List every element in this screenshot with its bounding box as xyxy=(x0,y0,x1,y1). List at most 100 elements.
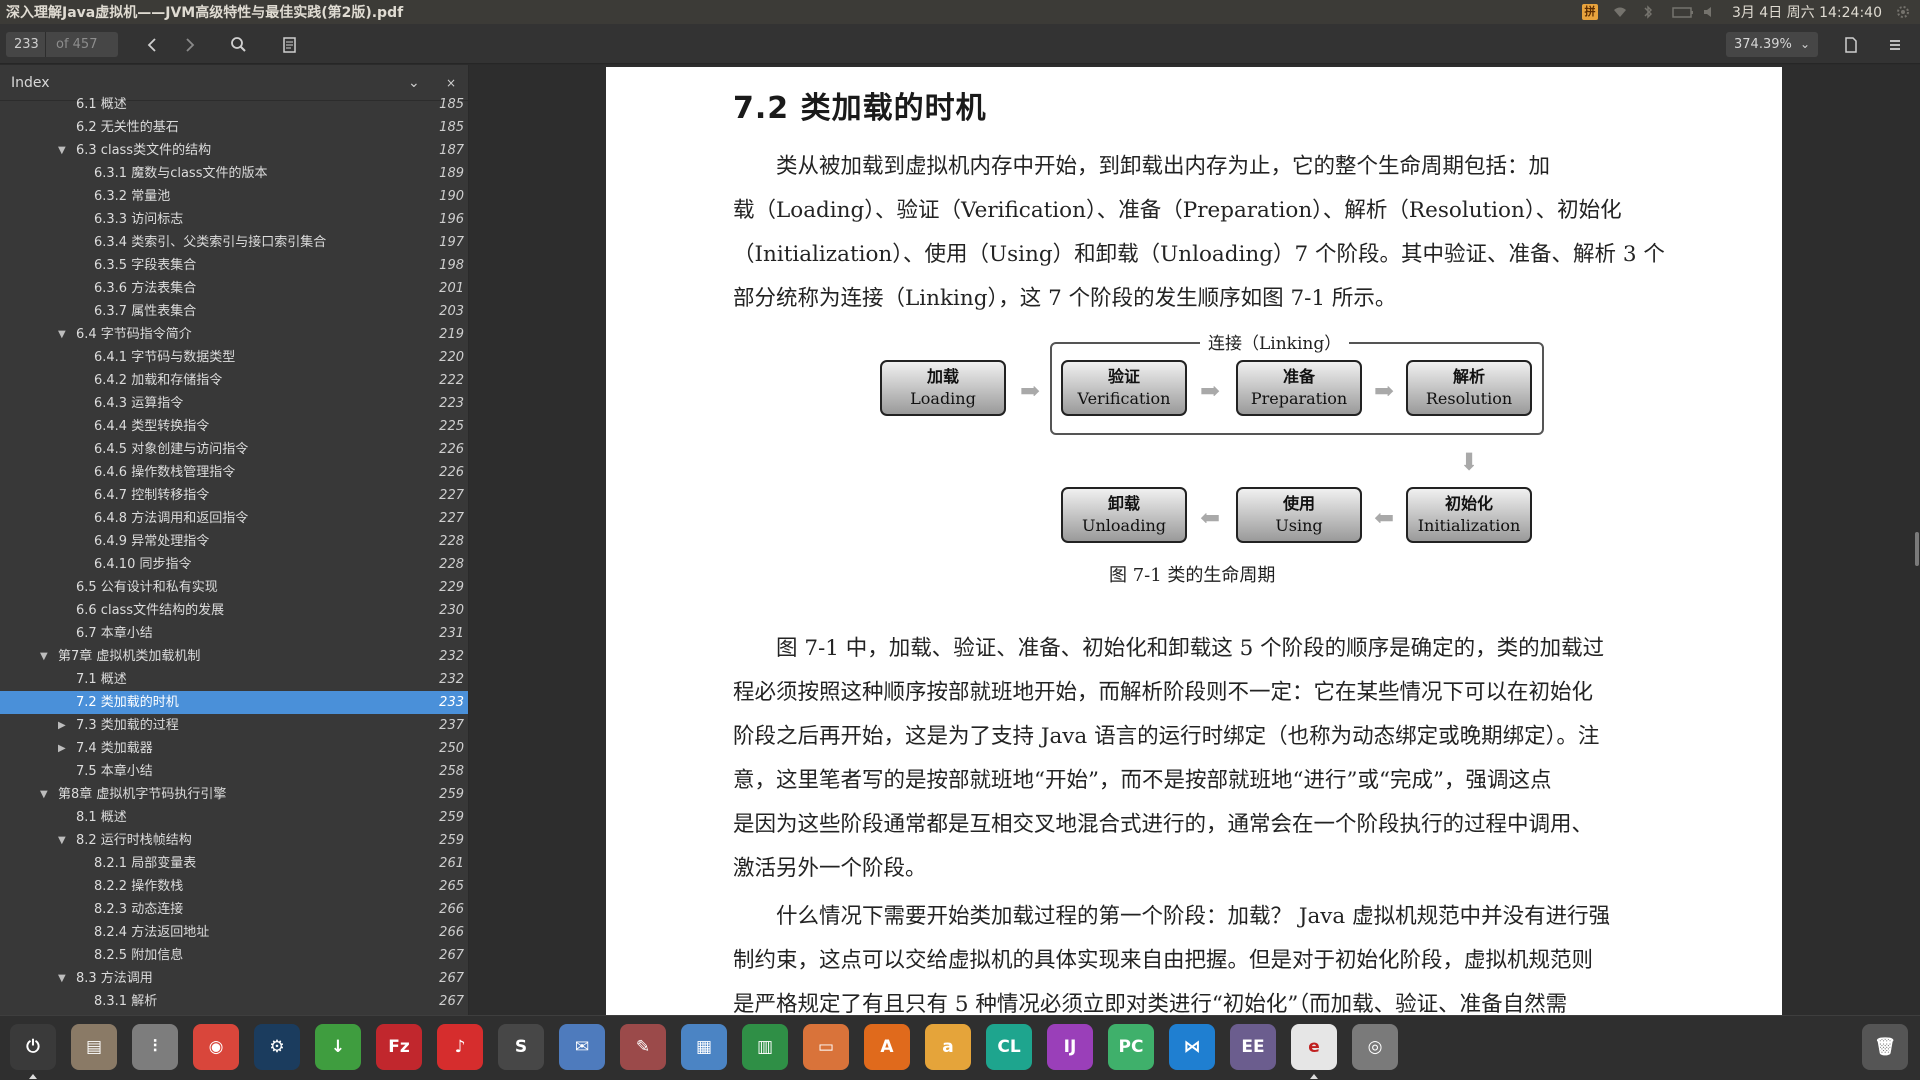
search-button[interactable] xyxy=(226,32,252,58)
toc-item[interactable]: 6.3.3 访问标志 196 xyxy=(0,208,468,231)
sublime-text-app-icon[interactable]: S xyxy=(498,1024,544,1070)
toc-item[interactable]: 6.4.4 类型转换指令 225 xyxy=(0,415,468,438)
document-viewport[interactable]: 7.2 类加载的时机 类从被加载到虚拟机内存中开始，到卸载出内存为止，它的整个生… xyxy=(469,65,1920,1015)
toc-item[interactable]: 8.2.3 动态连接 266 xyxy=(0,898,468,921)
toc-item[interactable]: 8.2.5 附加信息 267 xyxy=(0,944,468,967)
total-pages-label: of 457 xyxy=(56,37,98,52)
toc-item[interactable]: 8.1 概述 259 xyxy=(0,806,468,829)
clock[interactable]: 3月 4日 周六 14:24:40 xyxy=(1732,2,1882,22)
steam-app-icon[interactable]: ⚙ xyxy=(254,1024,300,1070)
expand-triangle-open-icon[interactable]: ▼ xyxy=(40,783,52,806)
toc-item[interactable]: 6.5 公有设计和私有实现 229 xyxy=(0,576,468,599)
toc-item[interactable]: 6.7 本章小结 231 xyxy=(0,622,468,645)
spreadsheet-app-icon[interactable]: ▥ xyxy=(742,1024,788,1070)
filezilla-app-icon[interactable]: Fz xyxy=(376,1024,422,1070)
wifi-icon[interactable] xyxy=(1612,5,1628,19)
toc-item-label: 7.5 本章小结 xyxy=(76,764,153,779)
toc-item[interactable]: 8.3.1 解析 267 xyxy=(0,990,468,1013)
annotations-button[interactable] xyxy=(276,32,302,58)
toc-item[interactable]: ▼ 8.3 方法调用 267 xyxy=(0,967,468,990)
toc-item[interactable]: 6.4.10 同步指令 228 xyxy=(0,553,468,576)
expand-triangle-open-icon[interactable]: ▼ xyxy=(58,323,70,346)
toc-item[interactable]: 6.3.4 类索引、父类索引与接口索引集合 197 xyxy=(0,231,468,254)
toc-item[interactable]: ▼ 8.2 运行时栈帧结构 259 xyxy=(0,829,468,852)
expand-triangle-open-icon[interactable]: ▼ xyxy=(58,967,70,990)
toc-item[interactable]: 7.5 本章小结 258 xyxy=(0,760,468,783)
paragraph-line: 程必须按照这种顺序按部就班地开始，而解析阶段则不一定：它在某些情况下可以在初始化 xyxy=(733,680,1594,705)
thunderbird-app-icon[interactable]: ✉ xyxy=(559,1024,605,1070)
intellij-app-icon[interactable]: IJ xyxy=(1047,1024,1093,1070)
bluetooth-icon[interactable] xyxy=(1642,5,1658,19)
trash-icon[interactable]: 🗑 xyxy=(1862,1024,1908,1070)
download-manager-app-icon[interactable]: ↓ xyxy=(315,1024,361,1070)
toc-item[interactable]: 8.2.2 操作数栈 265 xyxy=(0,875,468,898)
main-menu-button[interactable] xyxy=(1882,32,1908,58)
paragraph-line: 载（Loading）、验证（Verification）、准备（Preparati… xyxy=(733,198,1622,223)
camera-app-icon[interactable]: ◎ xyxy=(1352,1024,1398,1070)
zoom-selector[interactable]: 374.39% ⌄ xyxy=(1726,32,1818,57)
expand-triangle-closed-icon[interactable]: ▶ xyxy=(58,737,70,760)
toc-item[interactable]: 6.4.2 加载和存储指令 222 xyxy=(0,369,468,392)
sound-mixer-app-icon[interactable]: ⫶ xyxy=(132,1024,178,1070)
toc-item[interactable]: 6.3.6 方法表集合 201 xyxy=(0,277,468,300)
toc-item[interactable]: 6.4.9 异常处理指令 228 xyxy=(0,530,468,553)
file-manager-app-icon[interactable]: ▤ xyxy=(71,1024,117,1070)
system-settings-app-icon[interactable]: ⏻ xyxy=(10,1024,56,1070)
input-method-icon[interactable]: 拼 xyxy=(1581,4,1598,20)
expand-triangle-open-icon[interactable]: ▼ xyxy=(40,645,52,668)
toc-item[interactable]: 6.4.8 方法调用和返回指令 227 xyxy=(0,507,468,530)
toc-item[interactable]: 7.1 概述 232 xyxy=(0,668,468,691)
toc-item[interactable]: 6.3.7 属性表集合 203 xyxy=(0,300,468,323)
image-viewer-app-icon[interactable]: ▦ xyxy=(681,1024,727,1070)
toc-item[interactable]: ▶ 7.4 类加载器 250 xyxy=(0,737,468,760)
current-page-input[interactable]: 233 xyxy=(6,32,46,57)
toc-item[interactable]: 8.2.1 局部变量表 261 xyxy=(0,852,468,875)
toc-item[interactable]: 6.4.3 运算指令 223 xyxy=(0,392,468,415)
toc-item[interactable]: ▶ 7.3 类加载的过程 237 xyxy=(0,714,468,737)
document-properties-button[interactable] xyxy=(1838,32,1864,58)
battery-icon[interactable] xyxy=(1672,5,1693,19)
amazon-app-icon[interactable]: a xyxy=(925,1024,971,1070)
toc-item[interactable]: 6.4.7 控制转移指令 227 xyxy=(0,484,468,507)
eclipse-app-icon[interactable]: EE xyxy=(1230,1024,1276,1070)
toc-item[interactable]: 6.4.5 对象创建与访问指令 226 xyxy=(0,438,468,461)
toc-item[interactable]: 6.3.5 字段表集合 198 xyxy=(0,254,468,277)
toc-item[interactable]: ▼ 6.3 class类文件的结构 187 xyxy=(0,139,468,162)
settings-gear-icon[interactable] xyxy=(1896,5,1912,19)
volume-icon[interactable] xyxy=(1702,5,1718,19)
toc-item[interactable]: 6.1 概述 185 xyxy=(0,93,468,116)
netease-music-app-icon[interactable]: ♪ xyxy=(437,1024,483,1070)
pdf-page: 7.2 类加载的时机 类从被加载到虚拟机内存中开始，到卸载出内存为止，它的整个生… xyxy=(606,67,1782,1015)
toc-item[interactable]: 7.2 类加载的时机 233 xyxy=(0,691,468,714)
vscode-app-icon[interactable]: ⋈ xyxy=(1169,1024,1215,1070)
toc-item[interactable]: 6.3.2 常量池 190 xyxy=(0,185,468,208)
toc-item-label: 6.5 公有设计和私有实现 xyxy=(76,580,218,595)
expand-triangle-open-icon[interactable]: ▼ xyxy=(58,139,70,162)
previous-page-button[interactable] xyxy=(140,32,166,58)
toc-item[interactable]: 6.4.6 操作数栈管理指令 226 xyxy=(0,461,468,484)
chrome-app-icon[interactable]: ◉ xyxy=(193,1024,239,1070)
toc-item[interactable]: 6.2 无关性的基石 185 xyxy=(0,116,468,139)
system-tools-app-icon[interactable]: ✎ xyxy=(620,1024,666,1070)
software-center-app-icon[interactable]: A xyxy=(864,1024,910,1070)
toc-item-page: 259 xyxy=(439,787,464,802)
expand-triangle-closed-icon[interactable]: ▶ xyxy=(58,714,70,737)
toc-item[interactable]: 6.6 class文件结构的发展 230 xyxy=(0,599,468,622)
vertical-scrollbar-thumb[interactable] xyxy=(1915,532,1919,566)
toc-item[interactable]: 8.2.4 方法返回地址 266 xyxy=(0,921,468,944)
presentation-app-icon[interactable]: ▭ xyxy=(803,1024,849,1070)
pycharm-app-icon[interactable]: PC xyxy=(1108,1024,1154,1070)
toc-item[interactable]: ▼ 第7章 虚拟机类加载机制 232 xyxy=(0,645,468,668)
expand-triangle-open-icon[interactable]: ▼ xyxy=(58,829,70,852)
toc-item[interactable]: 6.3.1 魔数与class文件的版本 189 xyxy=(0,162,468,185)
toc-item[interactable]: ▼ 第8章 虚拟机字节码执行引擎 259 xyxy=(0,783,468,806)
next-page-button[interactable] xyxy=(176,32,202,58)
toc-item[interactable]: ▼ 6.4 字节码指令简介 219 xyxy=(0,323,468,346)
toc-item-page: 250 xyxy=(439,741,464,756)
page-number-box[interactable]: 233 of 457 xyxy=(6,32,118,57)
stage-en: Preparation xyxy=(1250,389,1348,408)
clion-app-icon[interactable]: CL xyxy=(986,1024,1032,1070)
pdf-reader-app-icon[interactable]: e xyxy=(1291,1024,1337,1070)
stage-cn: 加载 xyxy=(926,367,959,386)
toc-item[interactable]: 6.4.1 字节码与数据类型 220 xyxy=(0,346,468,369)
